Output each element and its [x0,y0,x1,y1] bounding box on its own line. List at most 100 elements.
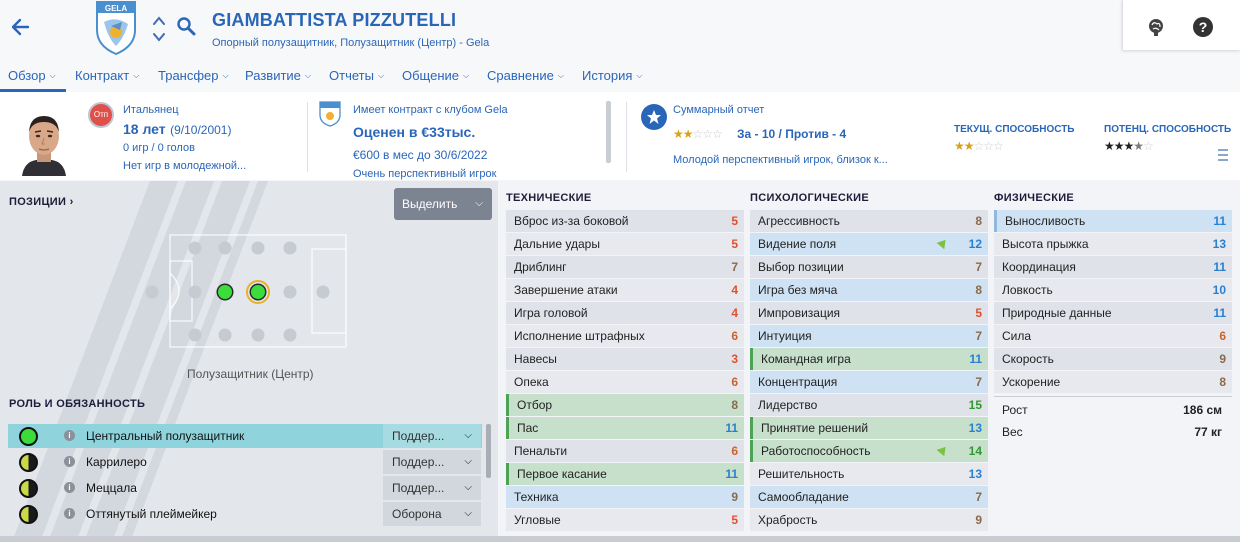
report-summary: Молодой перспективный игрок, близок к... [673,154,888,166]
physical-title: ФИЗИЧЕСКИЕ [994,192,1075,204]
info-icon[interactable]: i [64,508,75,519]
player-value: Оценен в €33тыс. [353,124,476,140]
attribute-row[interactable]: Командная игра 11 [750,348,988,370]
info-scrollbar[interactable] [606,101,611,163]
pitch-diagram [140,233,350,351]
attribute-row[interactable]: Скорость 9 [994,348,1232,370]
info-icon[interactable]: i [64,456,75,467]
wage-extra: Очень перспективный игрок [353,168,497,180]
attribute-row[interactable]: Выбор позиции 7 [750,256,988,278]
tab-bar: Обзор ⌵ Контракт ⌵ Трансфер ⌵ Развитие ⌵ Отч… [0,60,1240,92]
club-crest[interactable] [94,0,138,56]
attribute-row[interactable]: Завершение атаки 4 [506,279,744,301]
mental-title: ПСИХОЛОГИЧЕСКИЕ [750,192,869,204]
role-row[interactable]: i Центральный полузащитник Поддер... ⌵ [8,424,482,448]
attribute-row[interactable]: Первое касание 11 [506,463,744,485]
attribute-row[interactable]: Вброс из-за боковой 5 [506,210,744,232]
attribute-row[interactable]: Исполнение штрафных 6 [506,325,744,347]
attribute-row[interactable]: Дальние удары 5 [506,233,744,255]
current-ability-stars: ★★☆☆☆ [954,139,1004,153]
attribute-row[interactable]: Импровизация 5 [750,302,988,324]
duty-select[interactable]: Оборона ⌵ [383,502,481,526]
attribute-row[interactable]: Концентрация 7 [750,371,988,393]
contract-club[interactable]: Имеет контракт с клубом Gela [353,104,508,116]
youth-caps: Нет игр в молодежной... [123,160,247,172]
attribute-row[interactable]: Пенальти 6 [506,440,744,462]
brain-icon[interactable] [1146,17,1166,37]
attribute-row[interactable]: Интуиция 7 [750,325,988,347]
back-arrow-icon[interactable] [8,14,34,40]
role-name: Оттянутый плеймейкер [86,507,217,521]
divider [994,396,1232,397]
attribute-row[interactable]: Принятие решений 13 [750,417,988,439]
player-positions-club[interactable]: Опорный полузащитник, Полузащитник (Цент… [212,37,489,49]
role-row[interactable]: i Меццала Поддер... ⌵ [8,476,482,500]
tab-development[interactable]: Развитие ⌵ [245,68,311,83]
tab-interaction[interactable]: Общение ⌵ [402,68,469,83]
attribute-row[interactable]: Ловкость 10 [994,279,1232,301]
attribute-row[interactable]: Агрессивность 8 [750,210,988,232]
attribute-row[interactable]: Лидерство 15 [750,394,988,416]
games-goals: 0 игр / 0 голов [123,142,195,154]
attribute-up-arrow-icon [936,443,950,457]
attribute-row[interactable]: Храбрость 9 [750,509,988,531]
attribute-row[interactable]: Работоспособность 14 [750,440,988,462]
attribute-row[interactable]: Ускорение 8 [994,371,1232,393]
bottom-edge [0,536,1240,542]
technical-title: ТЕХНИЧЕСКИЕ [506,192,592,204]
duty-select[interactable]: Поддер... ⌵ [383,450,481,474]
attribute-row[interactable]: Видение поля 12 [750,233,988,255]
attribute-row[interactable]: Координация 11 [994,256,1232,278]
nationality-flag-icon[interactable]: Отп [88,102,114,128]
player-nav-arrows[interactable] [152,14,166,44]
duty-select[interactable]: Поддер... ⌵ [383,476,481,500]
potential-ability-stars: ★★★★☆ [1104,139,1154,153]
attribute-row[interactable]: Решительность 13 [750,463,988,485]
report-title[interactable]: Суммарный отчет [673,104,764,116]
attribute-row[interactable]: Дриблинг 7 [506,256,744,278]
positions-title[interactable]: ПОЗИЦИИ › [9,196,74,208]
role-row[interactable]: i Каррилеро Поддер... ⌵ [8,450,482,474]
info-icon[interactable]: i [64,482,75,493]
duty-select[interactable]: Поддер... ⌵ [383,424,481,448]
wage-extra-clip: Очень перспективный игрок [353,165,603,180]
wage-contract: €600 в мес до 30/6/2022 [353,148,488,162]
grid-menu-icon[interactable] [1216,148,1230,162]
highlight-select[interactable]: Выделить ⌵ [394,188,492,220]
selected-position-label: Полузащитник (Центр) [187,367,314,381]
attribute-row[interactable]: Игра головой 4 [506,302,744,324]
search-icon[interactable] [176,16,196,36]
role-row[interactable]: i Оттянутый плеймейкер Оборона ⌵ [8,502,482,526]
role-suitability-icon [19,427,38,446]
nationality[interactable]: Итальянец [123,104,179,116]
roles-scrollbar[interactable] [486,424,491,478]
tab-comparison[interactable]: Сравнение ⌵ [487,68,564,83]
attribute-row[interactable]: Игра без мяча 8 [750,279,988,301]
tab-history[interactable]: История ⌵ [582,68,643,83]
role-name: Меццала [86,481,137,495]
club-crest-small[interactable] [318,101,342,127]
role-name: Центральный полузащитник [86,429,245,443]
age: 18 лет [123,121,166,137]
attribute-row[interactable]: Природные данные 11 [994,302,1232,324]
tab-reports[interactable]: Отчеты ⌵ [329,68,384,83]
attribute-row[interactable]: Техника 9 [506,486,744,508]
attribute-row[interactable]: Сила 6 [994,325,1232,347]
attribute-row[interactable]: Угловые 5 [506,509,744,531]
info-icon[interactable]: i [64,430,75,441]
report-star-icon [641,104,667,130]
height-row: Рост 186 см [1002,403,1222,417]
attribute-row[interactable]: Отбор 8 [506,394,744,416]
attribute-row[interactable]: Опека 6 [506,371,744,393]
attribute-row[interactable]: Пас 11 [506,417,744,439]
role-suitability-icon [19,479,38,498]
tab-transfer[interactable]: Трансфер ⌵ [158,68,229,83]
role-suitability-icon [19,453,38,472]
attribute-row[interactable]: Самообладание 7 [750,486,988,508]
tab-overview[interactable]: Обзор ⌵ [8,68,56,83]
attribute-row[interactable]: Выносливость 11 [994,210,1232,232]
attribute-row[interactable]: Навесы 3 [506,348,744,370]
tab-contract[interactable]: Контракт ⌵ [75,68,139,83]
attribute-row[interactable]: Высота прыжка 13 [994,233,1232,255]
help-icon[interactable]: ? [1193,17,1213,37]
